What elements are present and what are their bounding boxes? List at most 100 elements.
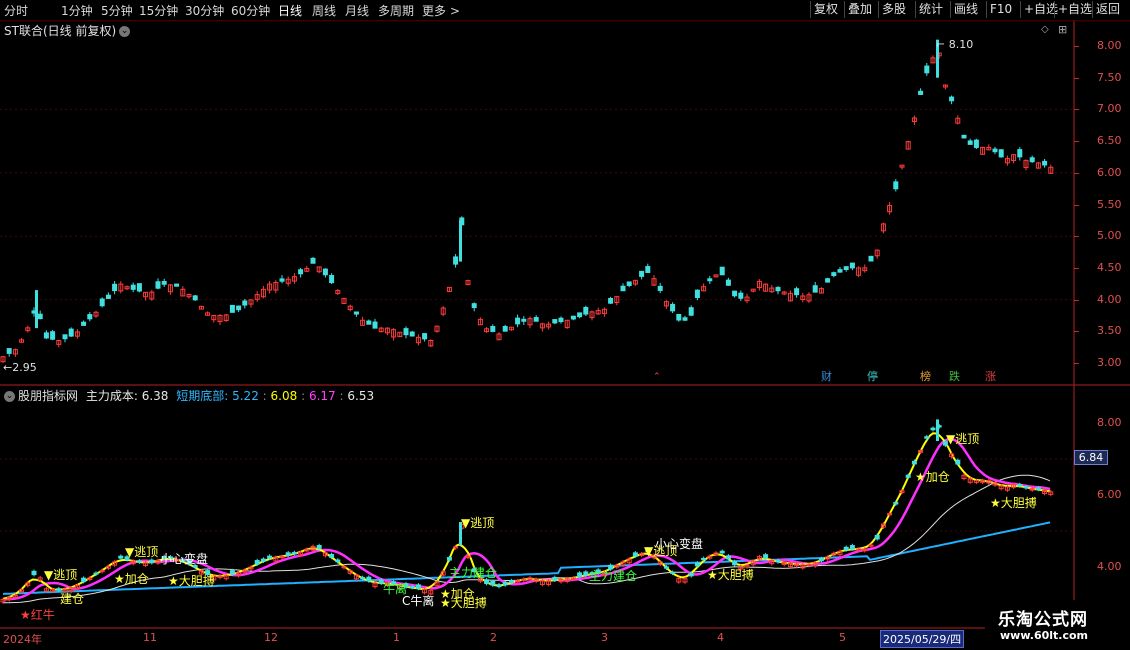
candle-body: [645, 266, 651, 273]
ind-candle-body: [911, 460, 917, 465]
candle-body: [298, 269, 304, 275]
ind-candle-body: [316, 545, 322, 549]
ind-candle-body: [688, 572, 694, 577]
y-tick: [1074, 363, 1079, 364]
badge-rank[interactable]: 榜: [919, 371, 932, 383]
candle-body: [694, 289, 700, 299]
candle-body: [502, 325, 508, 332]
annotation-caution-change: 小心变盘: [160, 552, 209, 566]
candle-body: [409, 331, 415, 337]
candle-body: [837, 269, 843, 273]
ind-candle-body: [775, 559, 781, 563]
candle-body: [843, 266, 849, 271]
candle-body: [87, 314, 93, 320]
ind-candle-body: [229, 570, 235, 575]
y-tick: [1074, 331, 1079, 333]
ind-candle-body: [955, 459, 961, 465]
candle-body: [192, 295, 198, 301]
ind-candle-body: [360, 576, 366, 580]
candle-body: [794, 288, 800, 296]
ind-candle-body: [446, 557, 452, 561]
y-tick-label: 4.50: [1097, 260, 1122, 274]
badge-suspend[interactable]: 停: [866, 371, 879, 383]
ind-candle-body: [893, 501, 899, 505]
badge-rise[interactable]: 涨: [984, 371, 997, 383]
ind-candle-body: [874, 534, 880, 540]
watermark-url: www.60lt.com: [1000, 629, 1089, 642]
ind-candle-body: [267, 555, 273, 559]
high-price-label: ⌐ 8.10: [936, 38, 974, 51]
high-value: 8.10: [948, 38, 974, 51]
up-arrow-icon: ⌃: [653, 372, 661, 382]
y-tick-label: 4.00: [1097, 560, 1122, 573]
x-label-may: 5: [839, 631, 846, 644]
low-value: 2.95: [12, 361, 37, 374]
candle-body: [868, 255, 874, 262]
y-tick: [1074, 172, 1079, 174]
candle-body: [775, 286, 781, 292]
y-tick-label: 7.00: [1097, 102, 1122, 116]
low-price-label: ←2.95: [3, 361, 37, 374]
candle-body: [577, 312, 583, 318]
y-tick: [1074, 204, 1079, 206]
y-tick: [1074, 267, 1079, 269]
cursor-date-label: 2025/05/29/四: [880, 630, 965, 648]
y-tick: [1074, 77, 1079, 79]
ind-candle-body: [670, 571, 676, 574]
candle-body: [99, 298, 105, 307]
ind-candle-body: [136, 560, 142, 563]
ind-candle-body: [496, 584, 502, 588]
candle-body: [682, 317, 688, 321]
candle-body: [893, 181, 899, 190]
candle-body: [43, 332, 49, 339]
y-tick-label: 6.00: [1097, 165, 1122, 179]
candle-body: [1017, 149, 1023, 158]
candle-body: [918, 90, 924, 95]
ind-candle-body: [254, 560, 260, 565]
ind-candle-body: [632, 552, 638, 557]
badge-finance[interactable]: 财: [820, 371, 833, 383]
ind-candle-body: [409, 586, 415, 589]
watermark-title: 乐淘公式网: [998, 610, 1088, 630]
x-label-nov: 11: [143, 631, 157, 644]
candle-body: [515, 317, 521, 325]
candle-body: [422, 333, 428, 340]
y-tick-label: 5.50: [1097, 197, 1122, 211]
ind-candle-body: [552, 576, 558, 581]
ind-candle-body: [577, 572, 583, 578]
candle-spike: [459, 220, 462, 262]
candle-body: [657, 285, 663, 291]
ind-candle-body: [260, 558, 266, 562]
annotation-add-position: ★加仓: [915, 470, 950, 484]
candle-body: [1029, 157, 1035, 163]
candle-body: [583, 306, 589, 315]
candle-body: [707, 278, 713, 282]
candle-body: [81, 321, 87, 326]
candle-body: [310, 257, 316, 264]
x-label-2024: 2024年: [3, 633, 42, 646]
candle-body: [62, 334, 68, 340]
annotation-add-position: ★加仓: [114, 572, 149, 586]
ind-candle-body: [502, 581, 508, 586]
candle-body: [174, 283, 180, 287]
annotation-caution-change: 小心变盘: [655, 537, 704, 551]
magenta-line: [2, 437, 1051, 601]
ind-candle-body: [818, 558, 824, 562]
candle-body: [626, 281, 632, 286]
badge-fall[interactable]: 跌: [948, 371, 961, 383]
candle-body: [967, 140, 973, 145]
current-value-box: 6.84: [1074, 450, 1108, 465]
candle-body: [155, 281, 161, 289]
ind-candle-body: [508, 580, 514, 584]
candle-body: [570, 315, 576, 320]
ind-candle-body: [291, 551, 297, 555]
candle-body: [620, 285, 626, 292]
ind-candle-body: [924, 436, 930, 439]
ind-candle-body: [663, 566, 669, 569]
x-label-jan: 1: [393, 631, 400, 644]
candle-body: [6, 348, 12, 354]
ind-candle-body: [905, 474, 911, 478]
candle-body: [732, 290, 738, 297]
x-label-feb: 2: [490, 631, 497, 644]
candle-body: [676, 314, 682, 321]
